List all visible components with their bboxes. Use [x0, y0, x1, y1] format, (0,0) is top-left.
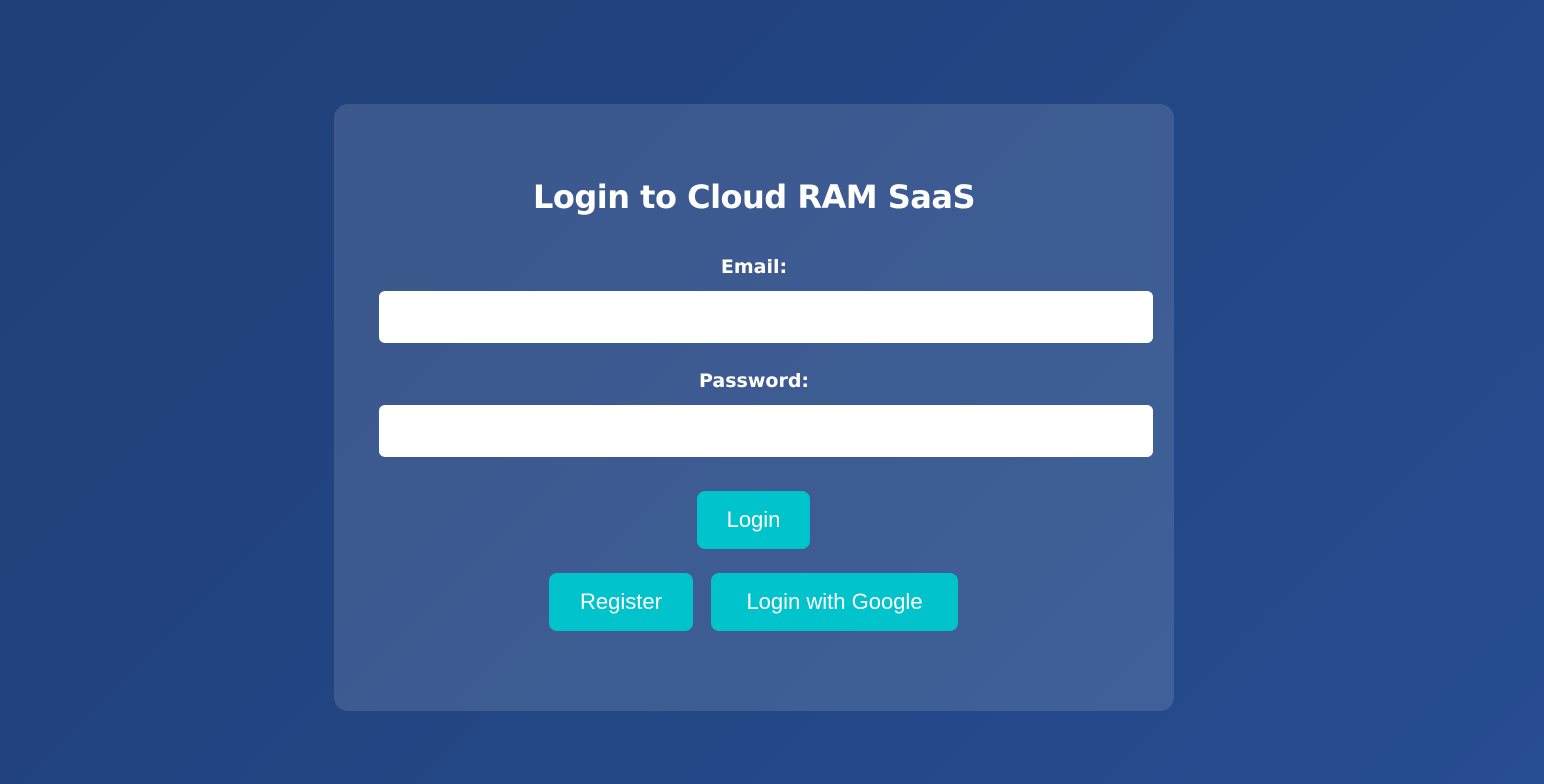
- login-button[interactable]: Login: [697, 491, 810, 549]
- login-with-google-button[interactable]: Login with Google: [711, 573, 958, 631]
- email-label: Email:: [334, 256, 1174, 278]
- password-input[interactable]: [379, 405, 1153, 457]
- email-input[interactable]: [379, 291, 1153, 343]
- login-card: Login to Cloud RAM SaaS Email: Password:…: [334, 104, 1174, 711]
- register-button[interactable]: Register: [549, 573, 693, 631]
- page-title: Login to Cloud RAM SaaS: [334, 178, 1174, 216]
- password-label: Password:: [334, 370, 1174, 392]
